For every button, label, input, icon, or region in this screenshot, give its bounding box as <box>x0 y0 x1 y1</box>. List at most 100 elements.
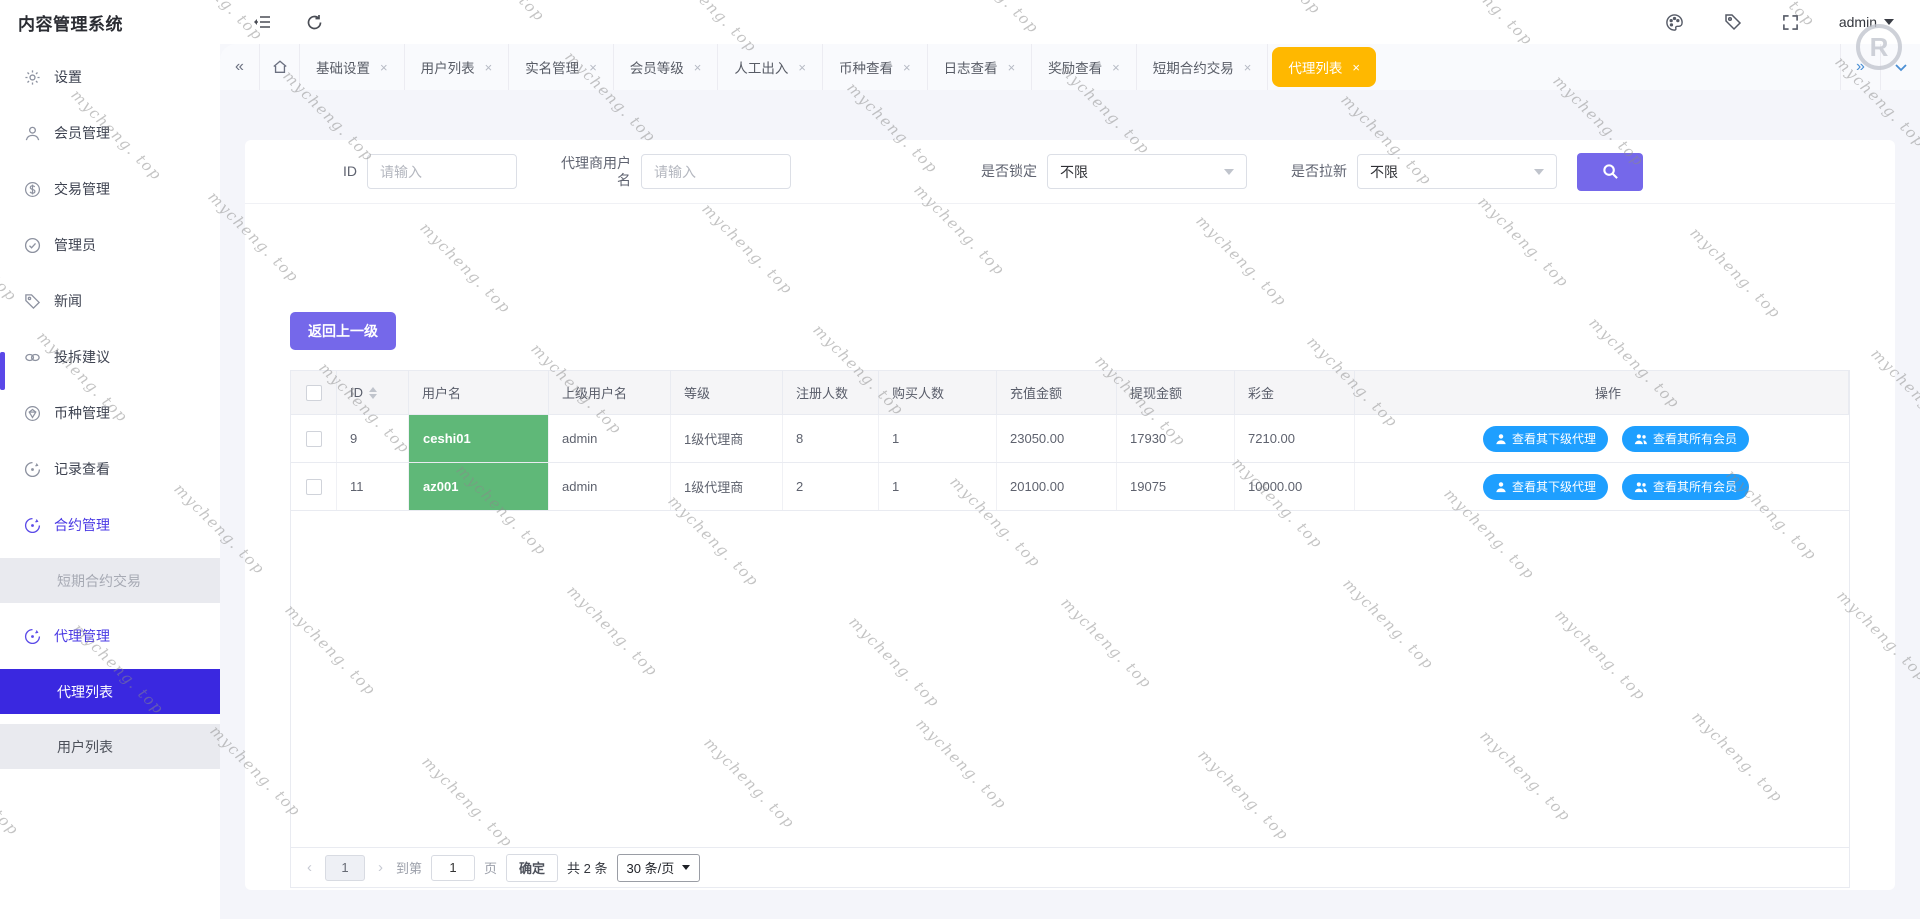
prev-page-icon[interactable]: ‹ <box>303 859 316 876</box>
tab-close-icon[interactable]: × <box>485 60 493 75</box>
page-number-button[interactable]: 1 <box>325 855 365 881</box>
tag-icon[interactable] <box>1723 12 1743 32</box>
content-card: ID 代理商用户名 是否锁定 不限 是否拉新 不限 返回 <box>245 140 1895 890</box>
sort-icon[interactable] <box>369 387 377 399</box>
table-header-row: ID 用户名 上级用户名 等级 注册人数 购买人数 充值金额 提现金额 彩金 操… <box>291 371 1849 415</box>
chevron-down-icon <box>1534 169 1544 175</box>
sidebar-item-label: 代理列表 <box>57 682 113 702</box>
tab-close-icon[interactable]: × <box>798 60 806 75</box>
tabs-scroll-left-icon[interactable]: « <box>220 44 260 90</box>
column-header-recharge: 充值金额 <box>997 371 1117 414</box>
user-icon <box>24 125 41 142</box>
people-icon <box>1634 481 1648 493</box>
tab-close-icon[interactable]: × <box>1112 60 1120 75</box>
id-filter-input[interactable] <box>367 154 517 189</box>
sidebar-item-admins[interactable]: 管理员 <box>0 222 220 268</box>
view-sub-agents-button[interactable]: 查看其下级代理 <box>1483 474 1608 500</box>
column-header-id[interactable]: ID <box>350 385 363 400</box>
row-checkbox[interactable] <box>306 479 322 495</box>
view-all-members-button[interactable]: 查看其所有会员 <box>1622 474 1749 500</box>
sidebar-item-label: 用户列表 <box>57 737 113 757</box>
tab-close-icon[interactable]: × <box>694 60 702 75</box>
sidebar-item-contracts[interactable]: 合约管理 <box>0 502 220 548</box>
view-all-members-button[interactable]: 查看其所有会员 <box>1622 426 1749 452</box>
tab-member-level[interactable]: 会员等级× <box>614 44 719 90</box>
tab-manual-io[interactable]: 人工出入× <box>718 44 823 90</box>
tab-log-view[interactable]: 日志查看× <box>928 44 1033 90</box>
cell-username[interactable]: az001 <box>409 463 548 510</box>
sidebar-item-transactions[interactable]: 交易管理 <box>0 166 220 212</box>
agent-filter-input[interactable] <box>641 154 791 189</box>
sidebar-item-label: 合约管理 <box>54 515 110 535</box>
goto-page-input[interactable] <box>431 855 475 881</box>
sidebar-item-currency[interactable]: 币种管理 <box>0 390 220 436</box>
sidebar-scrollbar-thumb[interactable] <box>0 352 5 390</box>
sidebar-item-news[interactable]: 新闻 <box>0 278 220 324</box>
user-name: admin <box>1839 14 1877 30</box>
sidebar-item-settings[interactable]: 设置 <box>0 54 220 100</box>
sidebar-subitem-user-list[interactable]: 用户列表 <box>0 724 220 769</box>
tab-agent-list-active[interactable]: 代理列表× <box>1272 47 1376 87</box>
cell-level: 1级代理商 <box>671 463 783 510</box>
theme-palette-icon[interactable] <box>1665 12 1685 32</box>
dollar-circle-icon <box>24 181 41 198</box>
sidebar-item-records[interactable]: 记录查看 <box>0 446 220 492</box>
sidebar-item-feedback[interactable]: 投拆建议 <box>0 334 220 380</box>
gem-icon <box>24 405 41 422</box>
sidebar-item-label: 交易管理 <box>54 179 110 199</box>
lock-filter-select[interactable]: 不限 <box>1047 154 1247 189</box>
view-sub-agents-button[interactable]: 查看其下级代理 <box>1483 426 1608 452</box>
tabs-menu-icon[interactable] <box>1880 44 1920 90</box>
sidebar-item-label: 币种管理 <box>54 403 110 423</box>
cell-id: 9 <box>337 415 409 462</box>
fullscreen-icon[interactable] <box>1781 12 1801 32</box>
back-button[interactable]: 返回上一级 <box>290 312 396 350</box>
home-tab-icon[interactable] <box>260 44 300 90</box>
tab-close-icon[interactable]: × <box>1244 60 1252 75</box>
contract-icon <box>24 517 41 534</box>
pull-filter-select[interactable]: 不限 <box>1357 154 1557 189</box>
sidebar-item-label: 设置 <box>54 67 82 87</box>
tab-close-icon[interactable]: × <box>1352 60 1360 75</box>
user-menu[interactable]: admin <box>1839 14 1894 30</box>
collapse-sidebar-icon[interactable] <box>252 12 272 32</box>
tab-close-icon[interactable]: × <box>1008 60 1016 75</box>
tabs-scroll-right-icon[interactable]: » <box>1840 44 1880 90</box>
column-header-buyers: 购买人数 <box>879 371 997 414</box>
tab-close-icon[interactable]: × <box>380 60 388 75</box>
column-header-withdraw: 提现金额 <box>1117 371 1235 414</box>
app-title: 内容管理系统 <box>0 10 220 35</box>
sidebar-item-members[interactable]: 会员管理 <box>0 110 220 156</box>
top-header: 内容管理系统 admin <box>0 0 1920 44</box>
tab-currency-view[interactable]: 币种查看× <box>823 44 928 90</box>
row-checkbox[interactable] <box>306 431 322 447</box>
main-area: « 基础设置× 用户列表× 实名管理× 会员等级× 人工出入× 币种查看× 日志… <box>220 44 1920 919</box>
table-row: 11 az001 admin 1级代理商 2 1 20100.00 19075 … <box>291 463 1849 511</box>
cell-username[interactable]: ceshi01 <box>409 415 548 462</box>
id-filter-label: ID <box>305 163 357 180</box>
pull-filter-label: 是否拉新 <box>1291 163 1347 180</box>
tab-reward-view[interactable]: 奖励查看× <box>1032 44 1137 90</box>
tab-short-contract[interactable]: 短期合约交易× <box>1137 44 1269 90</box>
sidebar: 设置 会员管理 交易管理 管理员 新闻 投拆建议 币种管理 记录查看 合约管理 … <box>0 44 220 919</box>
tab-close-icon[interactable]: × <box>589 60 597 75</box>
per-page-select[interactable]: 30 条/页 <box>617 854 701 882</box>
page-content: ID 代理商用户名 是否锁定 不限 是否拉新 不限 返回 <box>220 90 1920 919</box>
tab-close-icon[interactable]: × <box>903 60 911 75</box>
next-page-icon[interactable]: › <box>374 859 387 876</box>
chevron-down-icon <box>1884 19 1894 25</box>
sidebar-subitem-agent-list[interactable]: 代理列表 <box>0 669 220 714</box>
agent-filter-label: 代理商用户名 <box>549 155 631 189</box>
sidebar-item-agents[interactable]: 代理管理 <box>0 613 220 659</box>
chevron-down-icon <box>682 865 690 870</box>
tab-basic-settings[interactable]: 基础设置× <box>300 44 405 90</box>
cell-registered: 8 <box>783 415 879 462</box>
refresh-icon[interactable] <box>304 12 324 32</box>
cell-withdraw: 19075 <box>1117 463 1235 510</box>
tab-user-list[interactable]: 用户列表× <box>405 44 510 90</box>
search-button[interactable] <box>1577 153 1643 191</box>
select-all-checkbox[interactable] <box>306 385 322 401</box>
tab-realname[interactable]: 实名管理× <box>509 44 614 90</box>
confirm-page-button[interactable]: 确定 <box>506 854 558 882</box>
sidebar-subitem-short-contract[interactable]: 短期合约交易 <box>0 558 220 603</box>
